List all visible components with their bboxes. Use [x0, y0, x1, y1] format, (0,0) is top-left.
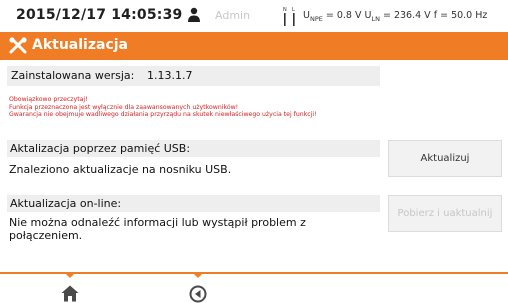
online-status-text: Nie można odnaleźć informacji lub wystąp… [9, 216, 306, 242]
back-icon[interactable] [189, 285, 207, 303]
u-ln-value: 236.4 V [393, 10, 431, 21]
home-icon[interactable] [61, 285, 79, 302]
bottom-nav-bar [0, 272, 508, 303]
page-title: Aktualizacja [32, 37, 128, 53]
download-and-update-button[interactable]: Pobierz i uaktualnij [388, 195, 502, 232]
usb-status-text: Znaleziono aktualizacje na nosniku USB. [9, 163, 232, 176]
bottom-divider [0, 272, 508, 274]
frequency-value: 50.0 Hz [451, 10, 488, 21]
online-status-line: Nie można odnaleźć informacji lub wystąp… [9, 216, 306, 229]
online-status-line: połączeniem. [9, 229, 83, 242]
warning-line: Obowiązkowo przeczytaj! [9, 96, 88, 103]
online-heading-label: Aktualizacja on-line: [10, 197, 122, 210]
datetime: 2015/12/17 14:05:39 [16, 7, 183, 23]
svg-text:N: N [283, 7, 287, 13]
usb-section-heading: Aktalizacja poprzez pamięć USB: [7, 140, 380, 157]
home-marker [66, 274, 74, 278]
plug-icon: N L [283, 7, 295, 26]
update-button[interactable]: Aktualizuj [388, 140, 502, 177]
installed-version-label: Zainstalowana wersja: [11, 69, 135, 82]
warning-line: Gwarancja nie obejmuje wadliwego działan… [9, 111, 317, 119]
back-marker [194, 274, 202, 278]
u-npe-value: 0.8 V [336, 10, 362, 21]
tool-icon [9, 37, 27, 54]
status-bar: 2015/12/17 14:05:39 Admin N L UNPE = 0.8… [0, 0, 508, 32]
user-icon [188, 7, 200, 22]
installed-version-value: 1.13.1.7 [147, 69, 193, 82]
usb-heading-label: Aktalizacja poprzez pamięć USB: [10, 142, 191, 155]
measurement-readout: UNPE = 0.8 V ULN = 236.4 V f = 50.0 Hz [303, 10, 488, 23]
title-bar: Aktualizacja [0, 32, 508, 60]
online-section-heading: Aktualizacja on-line: [7, 195, 380, 212]
installed-version-row: Zainstalowana wersja: 1.13.1.7 [7, 66, 380, 86]
warning-text: Obowiązkowo przeczytaj! Funkcja przeznac… [9, 96, 317, 119]
svg-text:L: L [292, 7, 295, 13]
user-name[interactable]: Admin [215, 9, 250, 22]
